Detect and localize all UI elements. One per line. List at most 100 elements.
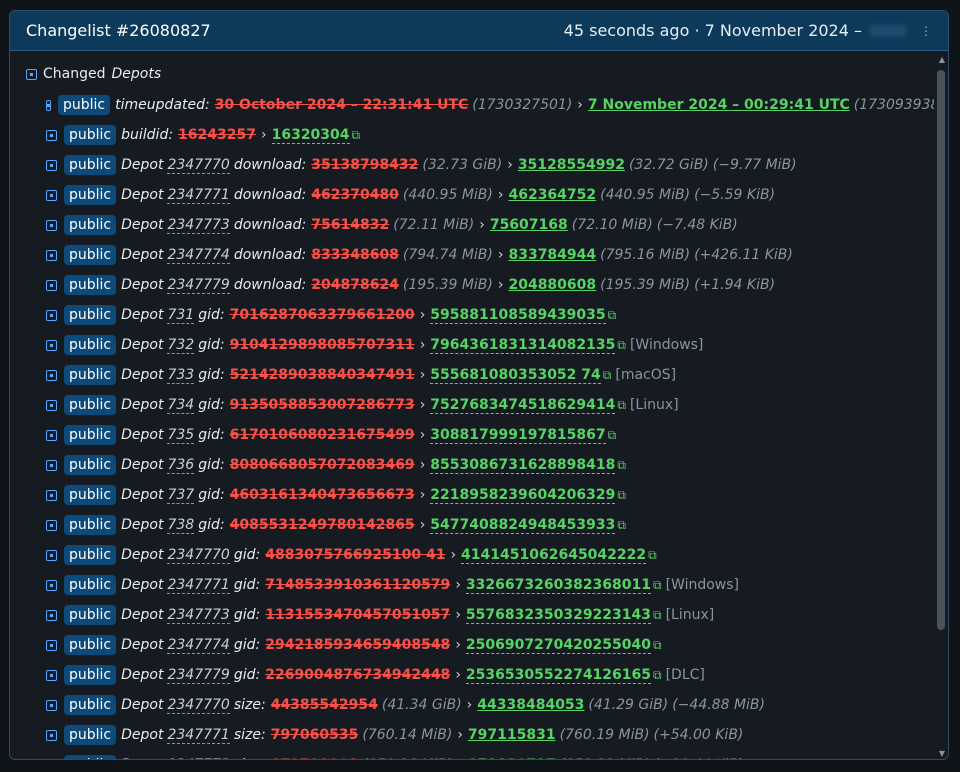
old-value: 1131553470457051057 xyxy=(265,607,451,623)
change-row: public Depot 736 gid: 8080668057072083469 › 85… xyxy=(46,450,934,480)
row-toggle-icon[interactable] xyxy=(46,549,57,561)
section-changed-depots[interactable]: Changed Depots xyxy=(26,66,161,82)
new-value[interactable]: 8553086731628898418 xyxy=(430,457,616,474)
row-toggle-icon[interactable] xyxy=(46,189,57,201)
public-badge: public xyxy=(64,125,117,145)
external-link-icon[interactable]: ⧉ xyxy=(653,608,662,623)
new-value[interactable]: 308817999197815867 xyxy=(430,427,606,444)
new-value: 871880717 xyxy=(468,757,556,759)
row-toggle-icon[interactable] xyxy=(46,339,57,351)
depot-id-link[interactable]: 2347771 xyxy=(167,727,230,744)
arrow-separator-icon: › xyxy=(455,607,461,623)
new-value[interactable]: 555681080353052 74 xyxy=(430,367,601,384)
row-toggle-icon[interactable] xyxy=(46,159,57,171)
external-link-icon[interactable]: ⧉ xyxy=(617,398,626,413)
new-value[interactable]: 2218958239604206329 xyxy=(430,487,616,504)
external-link-icon[interactable]: ⧉ xyxy=(608,428,617,443)
depot-id-link[interactable]: 738 xyxy=(167,517,195,534)
depot-id-link[interactable]: 731 xyxy=(167,307,195,324)
field-key: gid: xyxy=(233,577,261,593)
depot-id-link[interactable]: 735 xyxy=(167,427,195,444)
row-toggle-icon[interactable] xyxy=(46,579,57,591)
platform-tag: [Windows] xyxy=(665,577,740,593)
field-label: buildid: xyxy=(121,127,174,143)
new-value[interactable]: 4141451062645042222 xyxy=(461,547,647,564)
new-value[interactable]: 2536530552274126165 xyxy=(465,667,652,684)
external-link-icon[interactable]: ⧉ xyxy=(617,518,626,533)
row-toggle-icon[interactable] xyxy=(46,249,57,261)
external-link-icon[interactable]: ⧉ xyxy=(603,368,612,383)
depot-id-link[interactable]: 2347771 xyxy=(167,577,230,594)
arrow-separator-icon: › xyxy=(457,727,463,743)
row-toggle-icon[interactable] xyxy=(46,669,57,681)
depot-id-link[interactable]: 2347770 xyxy=(167,547,230,564)
new-value[interactable]: 2506907270420255040 xyxy=(465,637,652,654)
row-toggle-icon[interactable] xyxy=(46,729,57,741)
new-value[interactable]: 5576832350329223143 xyxy=(465,607,652,624)
new-value[interactable]: 3326673260382368011 xyxy=(465,577,652,594)
row-toggle-icon[interactable] xyxy=(46,429,57,441)
kebab-menu-icon[interactable]: ⋮ xyxy=(920,24,932,38)
row-toggle-icon[interactable] xyxy=(46,489,57,501)
row-toggle-icon[interactable] xyxy=(46,639,57,651)
arrow-separator-icon: › xyxy=(419,337,426,353)
external-link-icon[interactable]: ⧉ xyxy=(617,458,626,473)
depot-id-link[interactable]: 2347773 xyxy=(167,757,229,760)
depot-id-link[interactable]: 2347773 xyxy=(167,607,230,624)
depot-id-link[interactable]: 2347771 xyxy=(167,187,230,204)
scroll-down-icon[interactable]: ▼ xyxy=(939,749,945,758)
collapse-toggle-icon[interactable] xyxy=(26,68,37,80)
old-value-note: (41.34 GiB) xyxy=(381,697,462,713)
new-value[interactable]: 7527683474518629414 xyxy=(430,397,616,414)
row-toggle-icon[interactable] xyxy=(46,309,57,321)
row-toggle-icon[interactable] xyxy=(46,369,57,381)
public-badge: public xyxy=(64,755,117,759)
new-value[interactable]: 5477408824948453933 xyxy=(430,517,616,534)
public-badge: public xyxy=(64,305,117,325)
depot-id-link[interactable]: 2347774 xyxy=(167,637,230,654)
new-value[interactable]: 16320304 xyxy=(271,127,350,144)
depot-id-link[interactable]: 736 xyxy=(167,457,195,474)
field-label: Depot xyxy=(121,757,163,759)
field-key: gid: xyxy=(198,397,225,413)
scrollbar[interactable]: ▲ ▼ xyxy=(934,52,948,759)
depot-id-link[interactable]: 733 xyxy=(167,367,195,384)
row-toggle-icon[interactable] xyxy=(46,519,57,531)
row-toggle-icon[interactable] xyxy=(46,129,57,141)
external-link-icon[interactable]: ⧉ xyxy=(648,548,657,563)
new-value[interactable]: 7964361831314082135 xyxy=(430,337,616,354)
field-label: Depot xyxy=(121,217,164,233)
new-value: 44338484053 xyxy=(477,697,585,713)
row-toggle-icon[interactable] xyxy=(46,459,57,471)
external-link-icon[interactable]: ⧉ xyxy=(352,128,361,143)
external-link-icon[interactable]: ⧉ xyxy=(617,338,626,353)
new-value[interactable]: 595881108589439035 xyxy=(430,307,606,324)
scroll-up-icon[interactable]: ▲ xyxy=(939,55,945,64)
row-toggle-icon[interactable] xyxy=(46,99,51,111)
row-toggle-icon[interactable] xyxy=(46,399,57,411)
depot-id-link[interactable]: 2347779 xyxy=(167,667,230,684)
field-label: Depot xyxy=(121,547,164,563)
depot-id-link[interactable]: 2347773 xyxy=(167,217,230,234)
external-link-icon[interactable]: ⧉ xyxy=(653,668,662,683)
depot-id-link[interactable]: 737 xyxy=(167,487,195,504)
depot-id-link[interactable]: 732 xyxy=(167,337,195,354)
depot-id-link[interactable]: 2347774 xyxy=(167,247,230,264)
old-value: 462370480 xyxy=(311,187,399,203)
external-link-icon[interactable]: ⧉ xyxy=(608,308,617,323)
old-value: 4883075766925100 41 xyxy=(265,547,446,563)
external-link-icon[interactable]: ⧉ xyxy=(653,638,662,653)
row-toggle-icon[interactable] xyxy=(46,609,57,621)
scrollbar-thumb[interactable] xyxy=(937,70,945,630)
external-link-icon[interactable]: ⧉ xyxy=(653,578,662,593)
changelist-title[interactable]: Changelist #26080827 xyxy=(26,21,211,40)
row-toggle-icon[interactable] xyxy=(46,219,57,231)
new-value: 35128554992 xyxy=(517,157,625,173)
external-link-icon[interactable]: ⧉ xyxy=(617,488,626,503)
depot-id-link[interactable]: 2347779 xyxy=(167,277,230,294)
depot-id-link[interactable]: 2347770 xyxy=(167,697,230,714)
row-toggle-icon[interactable] xyxy=(46,279,57,291)
row-toggle-icon[interactable] xyxy=(46,699,57,711)
depot-id-link[interactable]: 2347770 xyxy=(167,157,230,174)
depot-id-link[interactable]: 734 xyxy=(167,397,195,414)
